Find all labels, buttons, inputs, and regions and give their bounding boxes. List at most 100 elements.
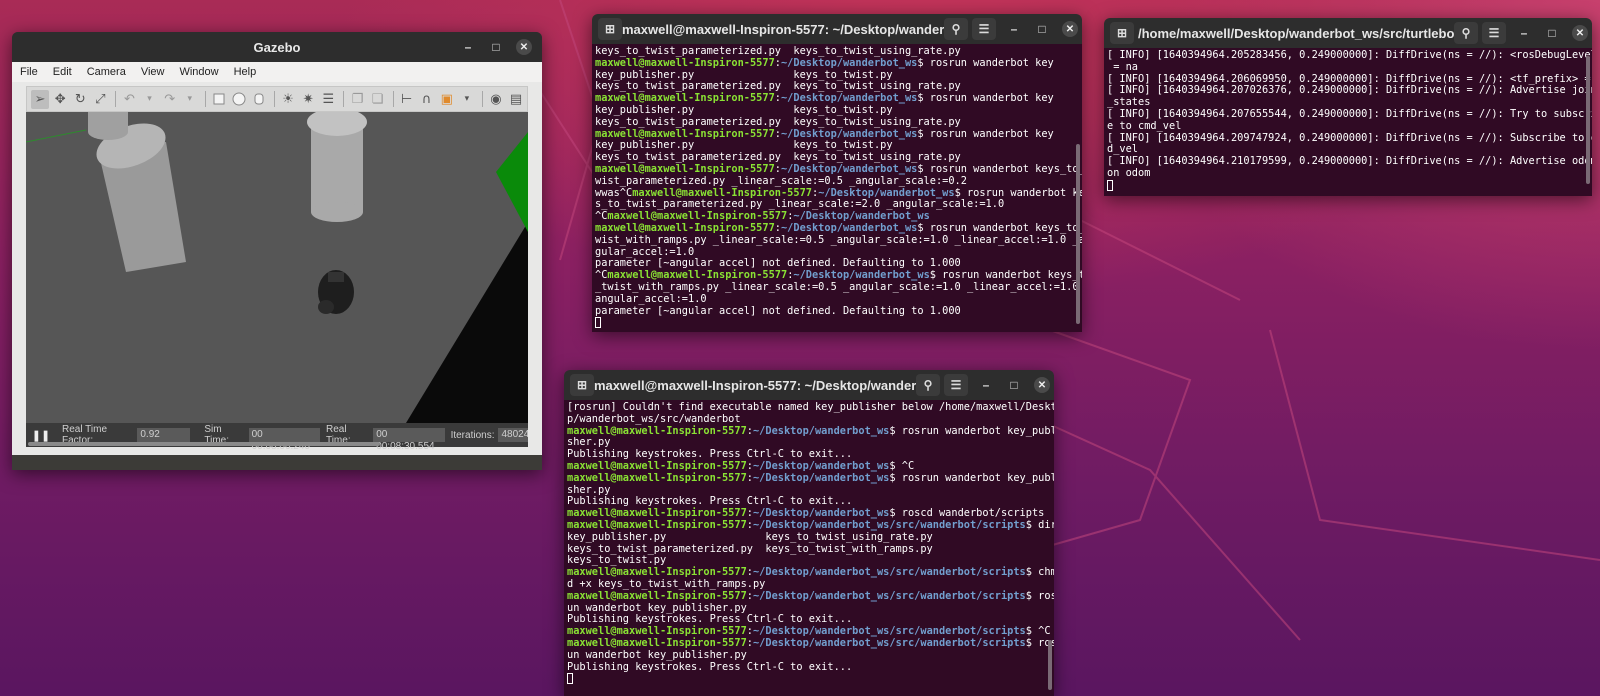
terminal-window-3[interactable]: ⊞ /home/maxwell/Desktop/wanderbot_ws/src… [1104,18,1592,196]
terminal-window-2[interactable]: ⊞ maxwell@maxwell-Inspiron-5577: ~/Deskt… [564,370,1054,696]
scale-mode-icon[interactable]: ⤢ [91,90,109,109]
minimize-icon[interactable]: – [1000,22,1028,36]
terminal-text: wist_with_ramps.py _linear_scale:=0.5 _a… [595,233,1082,246]
gazebo-titlebar[interactable]: Gazebo – □ ✕ [12,32,542,62]
terminal-text: p/wanderbot_ws/src/wanderbot [567,412,741,425]
terminal-text: [ INFO] [1640394964.206069950, 0.2490000… [1107,72,1591,85]
prompt-path: ~/Desktop/wanderbot_ws [780,221,918,234]
gazebo-window[interactable]: Gazebo – □ ✕ File Edit Camera View Windo… [12,32,542,470]
change-view-icon[interactable]: ▣ [438,90,456,109]
terminal-window-1[interactable]: ⊞ maxwell@maxwell-Inspiron-5577: ~/Deskt… [592,14,1082,332]
gazebo-main: ➢ ✥ ↻ ⤢ ↶ ▾ ↷ ▾ ☀ ✷ ☰ ❐ ❏ ⊢ ∩ ▣ ▾ ◉ ▤ ❚❚… [12,82,542,455]
menu-edit[interactable]: Edit [53,66,72,78]
box-shape-icon[interactable] [210,90,228,109]
undo-icon[interactable]: ↶ [120,90,138,109]
rotate-mode-icon[interactable]: ↻ [71,90,89,109]
log-data-icon[interactable]: ▤ [507,90,525,109]
prompt-path: ~/Desktop/wanderbot_ws [780,162,918,175]
sphere-shape-icon[interactable] [230,90,248,109]
terminal-1-output[interactable]: keys_to_twist_parameterized.py keys_to_t… [592,44,1082,332]
turtlebot-robot-model[interactable] [318,270,354,314]
terminal-3-titlebar[interactable]: ⊞ /home/maxwell/Desktop/wanderbot_ws/src… [1104,18,1592,48]
snap-icon[interactable]: ∩ [418,90,436,109]
directional-light-icon[interactable]: ☰ [319,90,337,109]
close-icon[interactable]: ✕ [1572,25,1588,41]
prompt-path: ~/Desktop/wanderbot_ws [818,186,955,199]
screenshot-icon[interactable]: ◉ [487,90,505,109]
menu-file[interactable]: File [20,66,38,78]
hamburger-menu-icon[interactable]: ☰ [972,18,996,40]
terminal-text: Publishing keystrokes. Press Ctrl-C to e… [567,495,853,508]
terminal-3-scrollbar[interactable] [1586,56,1590,184]
terminal-text: [ INFO] [1640394964.207655544, 0.2490000… [1107,107,1592,120]
terminal-text: $ rosrun wanderbot key_publi [889,471,1054,484]
terminal-text: gular_accel:=1.0 [595,245,695,258]
point-light-icon[interactable]: ☀ [279,90,297,109]
terminal-text: e to cmd_vel [1107,119,1182,132]
hamburger-menu-icon[interactable]: ☰ [944,374,968,396]
minimize-icon[interactable]: – [1510,26,1538,40]
hamburger-menu-icon[interactable]: ☰ [1482,22,1506,44]
maximize-icon[interactable]: □ [482,40,510,54]
search-icon[interactable]: ⚲ [916,374,940,396]
new-tab-icon[interactable]: ⊞ [570,374,594,396]
terminal-2-titlebar[interactable]: ⊞ maxwell@maxwell-Inspiron-5577: ~/Deskt… [564,370,1054,400]
terminal-text: wist_parameterized.py _linear_scale:=0.5… [595,174,967,187]
prompt-path: ~/Desktop/wanderbot_ws [752,507,890,520]
minimize-icon[interactable]: – [454,40,482,54]
terminal-text: [ INFO] [1640394964.205283456, 0.2490000… [1107,49,1592,61]
copy-icon[interactable]: ❐ [348,90,366,109]
search-icon[interactable]: ⚲ [1454,22,1478,44]
cylinder-model[interactable] [88,112,128,140]
align-icon[interactable]: ⊢ [398,90,416,109]
maximize-icon[interactable]: □ [1000,378,1028,392]
maximize-icon[interactable]: □ [1028,22,1056,36]
redo-icon[interactable]: ↷ [161,90,179,109]
terminal-1-titlebar[interactable]: ⊞ maxwell@maxwell-Inspiron-5577: ~/Deskt… [592,14,1082,44]
terminal-text: $ roscd wanderbot/scripts [889,507,1045,520]
menu-help[interactable]: Help [234,66,257,78]
scene-viewport[interactable] [26,112,528,423]
spot-light-icon[interactable]: ✷ [299,90,317,109]
menu-view[interactable]: View [141,66,165,78]
maximize-icon[interactable]: □ [1538,26,1566,40]
statusbar-scrollbar[interactable] [28,442,380,446]
cylinder-shape-icon[interactable] [250,90,268,109]
select-mode-icon[interactable]: ➢ [31,89,50,109]
prompt-user: maxwell@maxwell-Inspiron-5577 [567,507,747,520]
close-icon[interactable]: ✕ [516,39,532,55]
toolbar-separator [274,91,276,107]
minimize-icon[interactable]: – [972,378,1000,392]
pause-icon[interactable]: ❚❚ [32,428,50,442]
terminal-1-scrollbar[interactable] [1076,144,1080,324]
terminal-3-output[interactable]: [ INFO] [1640394964.205283456, 0.2490000… [1104,48,1592,196]
prompt-user: maxwell@maxwell-Inspiron-5577 [567,589,747,602]
paste-icon[interactable]: ❏ [368,90,386,109]
prompt-path: ~/Desktop/wanderbot_ws [780,92,918,105]
terminal-text: $ chmo [1025,566,1054,579]
new-tab-icon[interactable]: ⊞ [1110,22,1134,44]
terminal-text: un wanderbot key_publisher.py [567,648,747,661]
toolbar-separator [115,91,117,107]
scene-render[interactable] [26,112,528,423]
undo-history-icon[interactable]: ▾ [141,90,159,109]
search-icon[interactable]: ⚲ [944,18,968,40]
cylinder-model[interactable] [307,112,367,222]
change-view-dropdown-icon[interactable]: ▾ [458,90,476,109]
terminal-text: key_publisher.py keys_to_twist.py [595,103,893,116]
terminal-text: d_vel [1107,143,1138,156]
menu-window[interactable]: Window [179,66,218,78]
redo-history-icon[interactable]: ▾ [181,90,199,109]
translate-mode-icon[interactable]: ✥ [51,90,69,109]
close-icon[interactable]: ✕ [1034,377,1050,393]
terminal-line [595,317,1082,329]
terminal-2-scrollbar[interactable] [1048,640,1052,690]
terminal-2-output[interactable]: [rosrun] Couldn't find executable named … [564,400,1054,696]
toolbar-separator [343,91,345,107]
new-tab-icon[interactable]: ⊞ [598,18,622,40]
terminal-text: keys_to_twist.py [567,554,667,567]
menu-camera[interactable]: Camera [87,66,126,78]
terminal-text: on odom [1107,166,1151,179]
close-icon[interactable]: ✕ [1062,21,1078,37]
terminal-text: $ rosrun wanderbot keys_to_t [917,162,1082,175]
